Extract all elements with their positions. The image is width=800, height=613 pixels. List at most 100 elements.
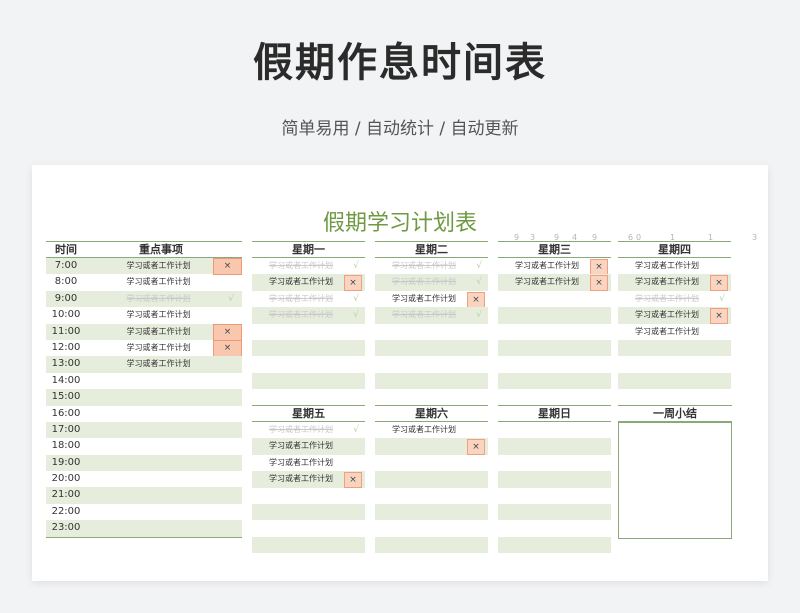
task-text[interactable]: 学习或者工作计划 — [379, 307, 469, 323]
day-task-row: 学习或者工作计划 × — [498, 258, 611, 275]
table-row: 20:00 — [46, 471, 242, 487]
time-column-header: 时间 重点事项 — [46, 241, 242, 258]
cancel-mark-icon[interactable]: × — [590, 275, 608, 292]
cancel-mark-icon[interactable]: × — [467, 439, 485, 456]
task-text[interactable]: 学习或者工作计划 — [101, 307, 216, 323]
day-block: 星期日 — [498, 405, 611, 554]
task-text[interactable]: 学习或者工作计划 — [379, 291, 469, 307]
check-mark-icon: √ — [353, 425, 359, 435]
check-mark-icon: √ — [476, 277, 482, 288]
task-text[interactable]: 学习或者工作计划 — [379, 422, 469, 438]
task-text[interactable]: 学习或者工作计划 — [101, 258, 216, 274]
check-mark-icon: √ — [719, 293, 725, 304]
day-task-row — [498, 520, 611, 536]
day-task-row: 学习或者工作计划 × — [498, 274, 611, 292]
table-row: 22:00 — [46, 504, 242, 520]
cancel-mark-icon[interactable]: × — [590, 259, 608, 275]
check-mark-icon: √ — [476, 310, 482, 321]
day-task-row — [498, 536, 611, 554]
day-header: 星期日 — [498, 405, 611, 422]
day-task-row — [252, 356, 365, 372]
day-task-row: 学习或者工作计划 √ — [375, 274, 488, 291]
table-row: 16:00 — [46, 406, 242, 422]
day-task-row: 学习或者工作计划 √ — [252, 258, 365, 274]
day-task-row — [375, 471, 488, 488]
day-task-row — [498, 438, 611, 455]
table-row: 17:00 — [46, 421, 242, 439]
day-task-row — [375, 356, 488, 372]
task-text[interactable]: 学习或者工作计划 — [379, 274, 469, 290]
task-text[interactable]: 学习或者工作计划 — [622, 324, 712, 340]
task-text[interactable]: 学习或者工作计划 — [256, 471, 346, 487]
task-text[interactable]: 学习或者工作计划 — [101, 291, 216, 307]
day-header: 星期三 — [498, 241, 611, 258]
check-mark-icon: √ — [476, 261, 482, 271]
day-task-row — [252, 372, 365, 390]
time-label: 18:00 — [51, 440, 81, 452]
day-task-row — [498, 291, 611, 307]
task-text[interactable]: 学习或者工作计划 — [101, 340, 216, 356]
task-text[interactable]: 学习或者工作计划 — [256, 258, 346, 274]
day-task-row — [375, 339, 488, 357]
day-task-row — [375, 324, 488, 340]
task-text[interactable]: 学习或者工作计划 — [379, 258, 469, 274]
day-task-row — [618, 339, 731, 357]
day-task-row — [252, 339, 365, 357]
task-text[interactable]: 学习或者工作计划 — [256, 422, 346, 438]
table-row: 12:00 学习或者工作计划 × — [46, 339, 242, 357]
cancel-mark-icon[interactable]: × — [213, 258, 242, 275]
day-task-row — [375, 455, 488, 471]
table-row: 21:00 — [46, 487, 242, 504]
check-mark-icon: √ — [353, 310, 359, 321]
task-text[interactable]: 学习或者工作计划 — [101, 324, 216, 340]
table-row: 7:00 学习或者工作计划 × — [46, 258, 242, 275]
day-task-row — [498, 503, 611, 521]
faint-mark: 3 — [752, 233, 758, 242]
cancel-mark-icon[interactable]: × — [710, 308, 728, 325]
cancel-mark-icon[interactable]: × — [213, 339, 242, 357]
table-row: 11:00 学习或者工作计划 × — [46, 323, 242, 341]
day-header: 星期四 — [618, 241, 731, 258]
day-block: 星期一 学习或者工作计划 √ 学习或者工作计划 × 学习或者工作计划 √ 学习或者工作计划 √ — [252, 241, 365, 390]
time-label: 14:00 — [51, 374, 81, 386]
day-header: 星期一 — [252, 241, 365, 258]
task-text[interactable]: 学习或者工作计划 — [622, 307, 712, 323]
time-label: 12:00 — [51, 341, 81, 353]
day-task-row: × — [375, 438, 488, 456]
task-text[interactable]: 学习或者工作计划 — [622, 274, 712, 290]
task-text[interactable]: 学习或者工作计划 — [622, 291, 712, 307]
cancel-mark-icon[interactable]: × — [344, 275, 362, 292]
cancel-mark-icon[interactable]: × — [213, 323, 242, 341]
day-task-row — [498, 339, 611, 357]
day-task-row: 学习或者工作计划 √ — [252, 291, 365, 307]
time-label: 22:00 — [51, 505, 81, 517]
task-text[interactable]: 学习或者工作计划 — [101, 356, 216, 372]
task-text[interactable]: 学习或者工作计划 — [502, 274, 592, 290]
day-task-row — [375, 503, 488, 521]
task-text[interactable]: 学习或者工作计划 — [256, 274, 346, 290]
time-label: 15:00 — [51, 391, 81, 403]
day-task-row: 学习或者工作计划 √ — [252, 422, 365, 438]
day-task-row — [498, 307, 611, 324]
task-text[interactable]: 学习或者工作计划 — [256, 307, 346, 323]
task-text[interactable]: 学习或者工作计划 — [622, 258, 712, 274]
day-task-row — [618, 372, 731, 390]
cancel-mark-icon[interactable]: × — [467, 291, 485, 308]
day-task-row: 学习或者工作计划 × — [252, 274, 365, 292]
table-row: 15:00 — [46, 389, 242, 406]
table-row: 10:00 学习或者工作计划 — [46, 307, 242, 323]
summary-box[interactable] — [618, 422, 732, 539]
day-task-row — [618, 356, 731, 372]
day-task-row: 学习或者工作计划 — [252, 455, 365, 471]
header-time: 时间 — [55, 243, 77, 256]
day-task-row — [498, 471, 611, 488]
task-text[interactable]: 学习或者工作计划 — [256, 438, 346, 454]
task-text[interactable]: 学习或者工作计划 — [502, 258, 592, 274]
task-text[interactable]: 学习或者工作计划 — [256, 455, 346, 471]
day-task-row — [498, 324, 611, 340]
day-task-row — [498, 372, 611, 390]
cancel-mark-icon[interactable]: × — [710, 275, 728, 292]
task-text[interactable]: 学习或者工作计划 — [256, 291, 346, 307]
cancel-mark-icon[interactable]: × — [344, 472, 362, 489]
task-text[interactable]: 学习或者工作计划 — [101, 274, 216, 290]
